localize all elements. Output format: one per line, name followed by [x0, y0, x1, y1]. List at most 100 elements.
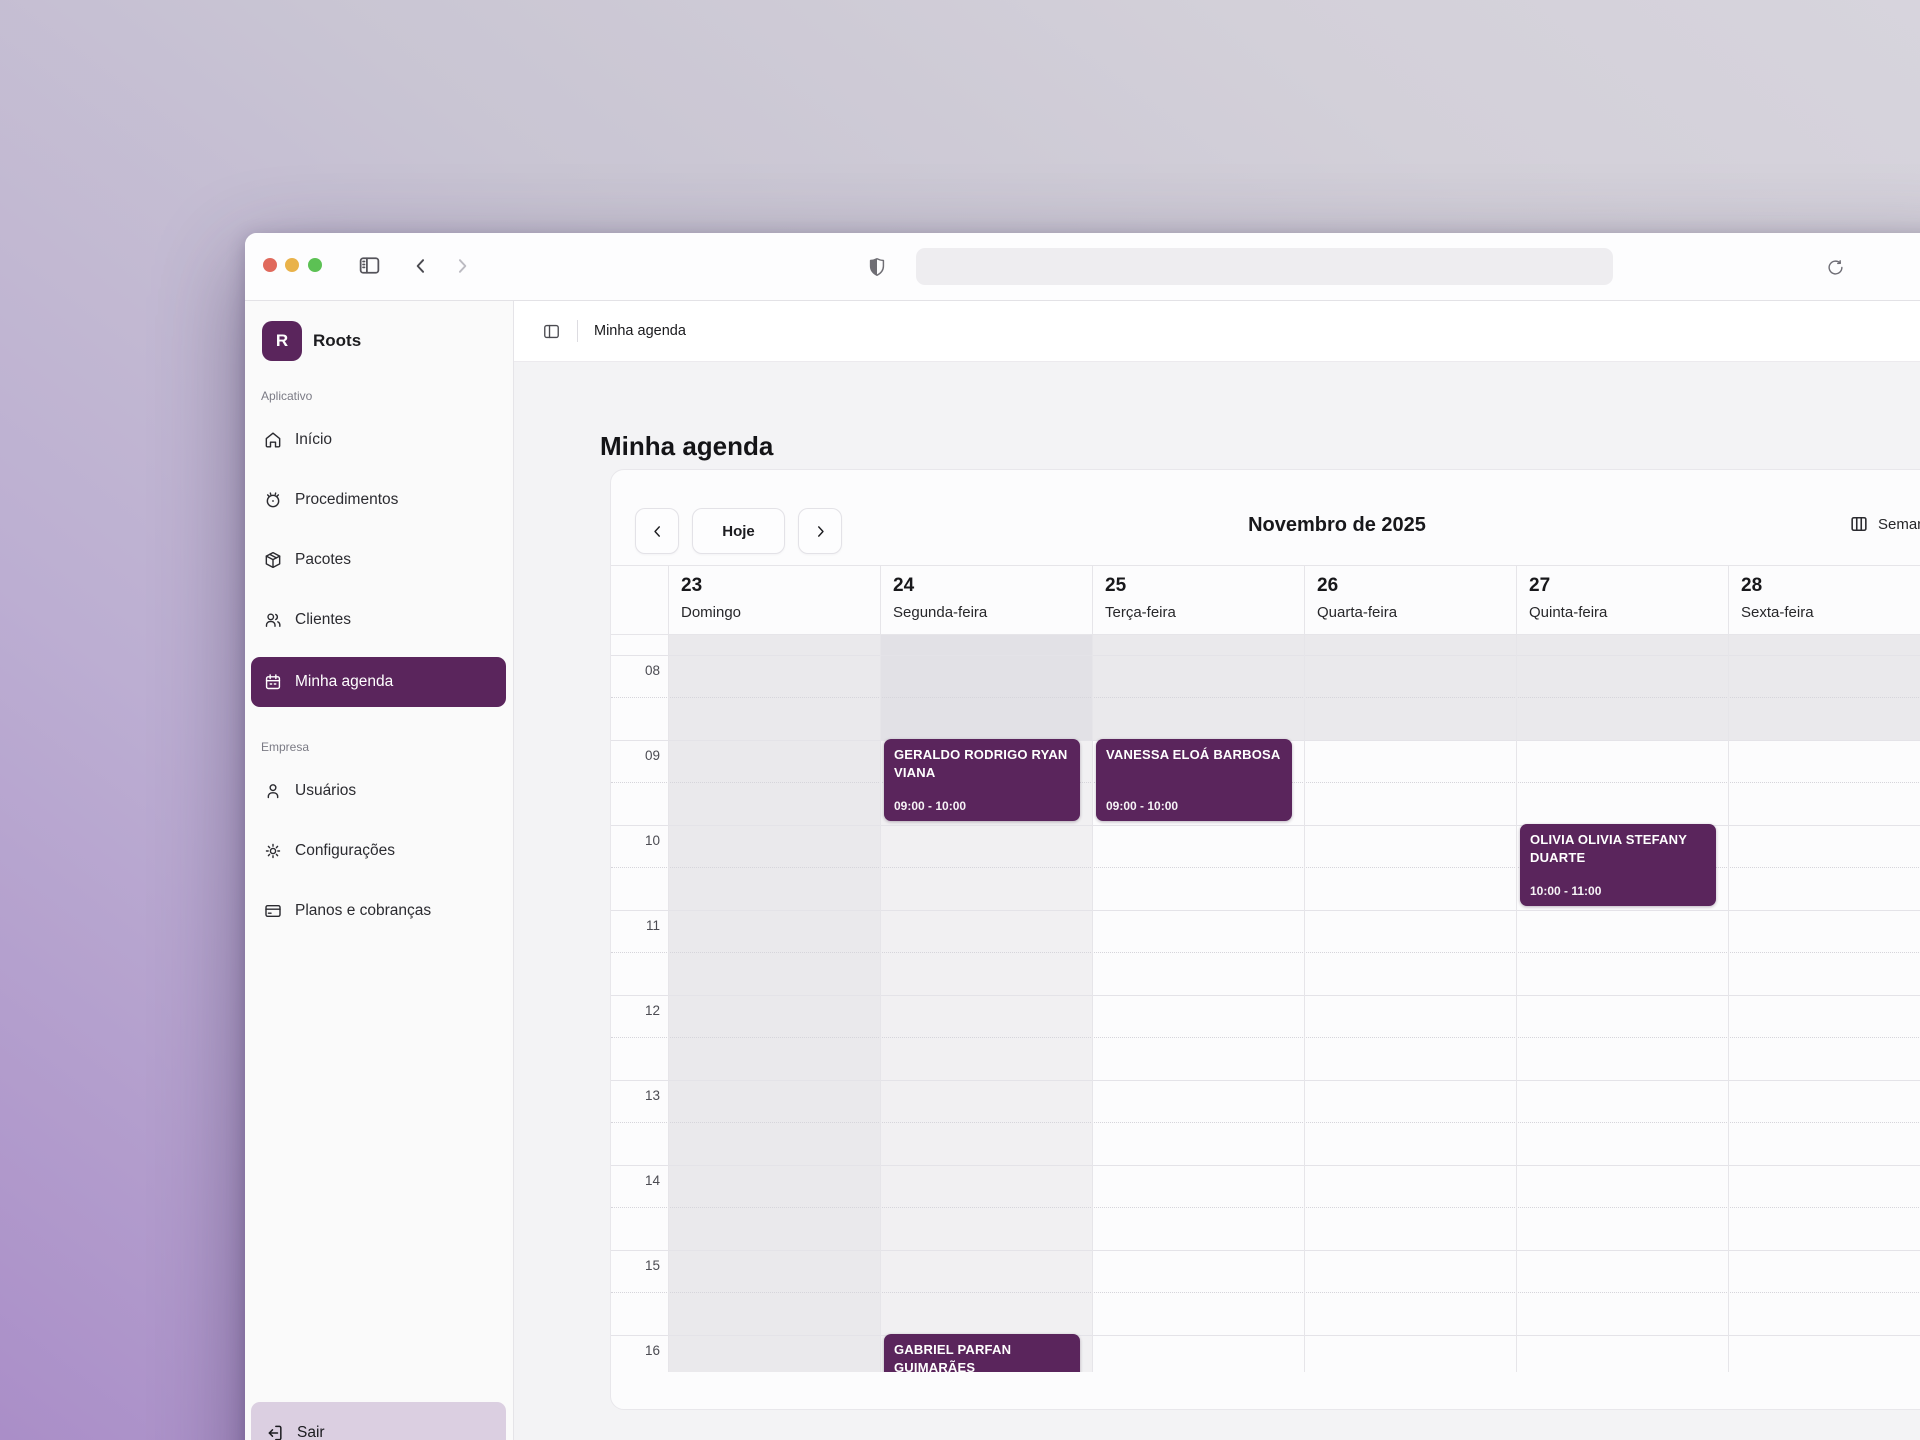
hour-line	[611, 1250, 1920, 1251]
event-title: GABRIEL PARFAN GUIMARÃES	[894, 1341, 1070, 1372]
minimize-window-button[interactable]	[285, 258, 299, 272]
calendar-event[interactable]: OLIVIA OLIVIA STEFANY DUARTE10:00 - 11:0…	[1520, 824, 1716, 906]
day-column-26[interactable]	[1304, 635, 1516, 1372]
day-column-27[interactable]	[1516, 635, 1728, 1372]
day-header-26: 26 Quarta-feira	[1304, 566, 1516, 634]
sidebar-item-pacotes[interactable]: Pacotes	[251, 537, 506, 583]
hour-label: 16	[611, 1343, 660, 1358]
brand-name: Roots	[313, 331, 361, 351]
sidebar-item-planos-e-cobranças[interactable]: Planos e cobranças	[251, 888, 506, 934]
close-window-button[interactable]	[263, 258, 277, 272]
sidebar-item-procedimentos[interactable]: Procedimentos	[251, 477, 506, 523]
address-bar[interactable]	[916, 248, 1613, 285]
chevron-right-icon	[812, 523, 829, 540]
unavailable-band	[1728, 635, 1920, 740]
calendar-card: Hoje Novembro de 2025 Semana	[610, 469, 1920, 1410]
hour-label: 12	[611, 1003, 660, 1018]
sidebar-item-usuários[interactable]: Usuários	[251, 768, 506, 814]
browser-sidebar-toggle-icon[interactable]	[356, 252, 383, 279]
week-grid-header: 23Domingo24Segunda-feira25Terça-feira 26 Q…	[611, 565, 1920, 635]
chevron-left-icon	[649, 523, 666, 540]
hour-label: 11	[611, 918, 660, 933]
day-name: Quinta-feira	[1529, 604, 1728, 621]
logout-button[interactable]: Sair	[251, 1402, 506, 1440]
home-icon	[263, 430, 283, 450]
half-hour-line	[611, 867, 1920, 868]
calendar-icon	[263, 672, 283, 692]
sidebar-item-label: Clientes	[295, 611, 351, 629]
month-title: Novembro de 2025	[1248, 514, 1426, 537]
unavailable-band	[1304, 635, 1516, 740]
hour-label: 09	[611, 748, 660, 763]
calendar-event[interactable]: GABRIEL PARFAN GUIMARÃES16:00 - 17:00	[884, 1334, 1080, 1372]
hour-line	[611, 825, 1920, 826]
week-grid-body[interactable]: 08 09 10 11 12 13 14 15 16 GERALDO RODRIGO RYAN V…	[611, 635, 1920, 1372]
day-header-27: 27 Quinta-feira	[1516, 566, 1728, 634]
today-button[interactable]: Hoje	[692, 508, 785, 554]
view-switcher[interactable]: Semana	[1849, 514, 1920, 534]
hour-label: 08	[611, 663, 660, 678]
half-hour-line	[611, 697, 1920, 698]
sidebar-item-início[interactable]: Início	[251, 417, 506, 463]
day-header-24: 24Segunda-feira	[880, 566, 1092, 634]
day-name: Sexta-feira	[1741, 604, 1920, 621]
hour-label: 14	[611, 1173, 660, 1188]
procedures-icon	[263, 490, 283, 510]
day-column-23[interactable]	[668, 635, 880, 1372]
calendar-event[interactable]: VANESSA ELOÁ BARBOSA09:00 - 10:00	[1096, 739, 1292, 821]
privacy-shield-icon[interactable]	[865, 254, 889, 280]
sidebar-section-label: Empresa	[251, 740, 506, 754]
hour-line	[611, 995, 1920, 996]
event-title: VANESSA ELOÁ BARBOSA	[1106, 746, 1282, 764]
calendar-toolbar: Hoje	[635, 508, 842, 554]
content-area: Minha agenda Hoje Novembro de 2025	[514, 362, 1920, 1440]
hour-label: 15	[611, 1258, 660, 1273]
day-header-28: 28Sexta-feira	[1728, 566, 1920, 634]
sidebar-item-label: Procedimentos	[295, 491, 398, 509]
forward-icon[interactable]	[451, 255, 473, 277]
day-number: 26	[1317, 576, 1516, 597]
half-hour-line	[611, 1207, 1920, 1208]
hour-line	[611, 1080, 1920, 1081]
zoom-window-button[interactable]	[308, 258, 322, 272]
unavailable-band	[668, 635, 880, 740]
column-line	[668, 635, 669, 1372]
day-name: Quarta-feira	[1317, 604, 1516, 621]
column-line	[880, 635, 881, 1372]
half-hour-line	[611, 952, 1920, 953]
back-icon[interactable]	[410, 255, 432, 277]
next-week-button[interactable]	[798, 508, 842, 554]
sidebar-item-minha-agenda[interactable]: Minha agenda	[251, 657, 506, 707]
sidebar-item-configurações[interactable]: Configurações	[251, 828, 506, 874]
column-line	[1728, 635, 1729, 1372]
day-number: 25	[1105, 576, 1304, 597]
browser-window: R Roots AplicativoInícioProcedimentosPac…	[245, 233, 1920, 1440]
day-column-28[interactable]	[1728, 635, 1920, 1372]
unavailable-band	[880, 635, 1092, 740]
reload-icon[interactable]	[1825, 257, 1845, 277]
breadcrumb-divider	[577, 320, 578, 342]
sidebar-item-label: Minha agenda	[295, 673, 393, 691]
calendar-event[interactable]: GERALDO RODRIGO RYAN VIANA09:00 - 10:00	[884, 739, 1080, 821]
hour-label: 13	[611, 1088, 660, 1103]
sidebar-item-clientes[interactable]: Clientes	[251, 597, 506, 643]
breadcrumb-bar: Minha agenda	[514, 301, 1920, 362]
gear-icon	[263, 841, 283, 861]
panel-toggle-icon[interactable]	[542, 322, 561, 341]
previous-week-button[interactable]	[635, 508, 679, 554]
brand: R Roots	[262, 321, 361, 361]
sidebar-item-label: Pacotes	[295, 551, 351, 569]
half-hour-line	[611, 1037, 1920, 1038]
sidebar-item-label: Planos e cobranças	[295, 902, 431, 920]
day-number: 27	[1529, 576, 1728, 597]
day-name: Domingo	[681, 604, 880, 621]
day-header-23: 23Domingo	[668, 566, 880, 634]
hour-label: 10	[611, 833, 660, 848]
column-line	[1304, 635, 1305, 1372]
hour-line	[611, 910, 1920, 911]
sidebar-nav: AplicativoInícioProcedimentosPacotesClie…	[251, 389, 506, 948]
column-line	[1516, 635, 1517, 1372]
day-header-25: 25Terça-feira	[1092, 566, 1304, 634]
view-switcher-label: Semana	[1878, 516, 1920, 533]
week-grid: 23Domingo24Segunda-feira25Terça-feira 26 Q…	[611, 565, 1920, 1372]
